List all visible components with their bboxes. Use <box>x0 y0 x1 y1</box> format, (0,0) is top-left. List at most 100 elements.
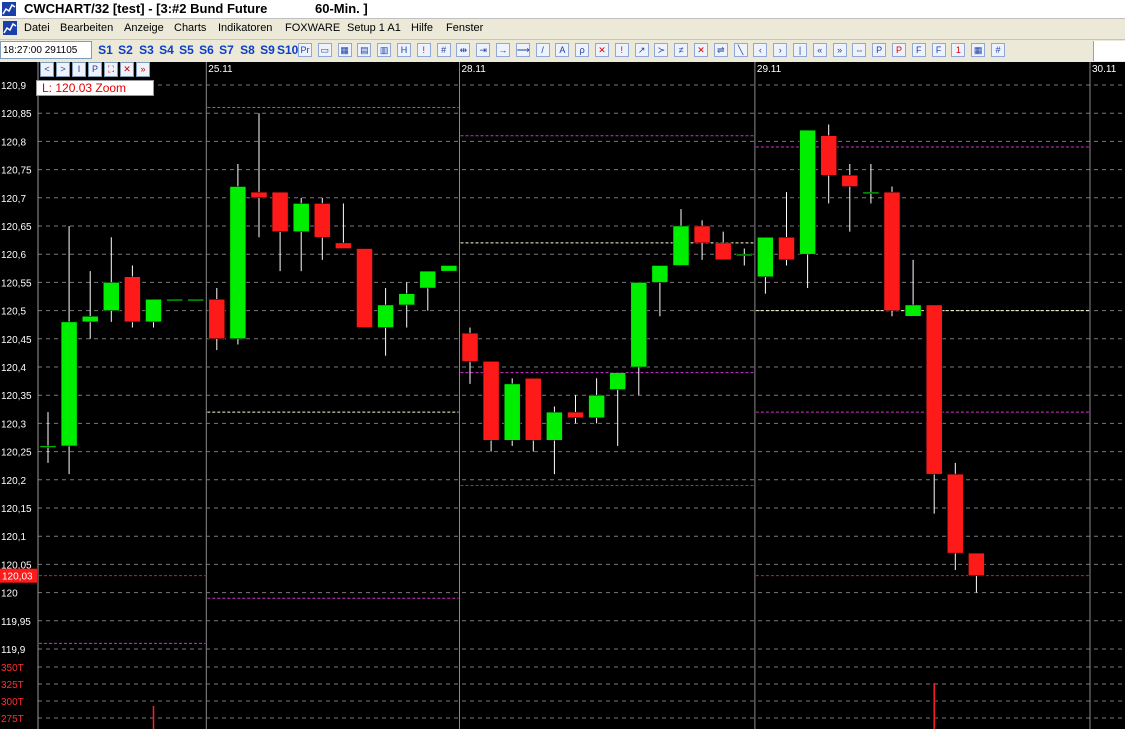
y-tick-label: 120,65 <box>1 222 32 233</box>
s-button-2[interactable]: S2 <box>116 41 135 59</box>
candle-body <box>103 282 120 311</box>
s-button-6[interactable]: S6 <box>197 41 216 59</box>
line-chart-icon[interactable]: ↗ <box>634 43 649 57</box>
menu-indikatoren[interactable]: Indikatoren <box>218 22 272 34</box>
right-icon[interactable]: › <box>773 43 788 57</box>
s-button-8[interactable]: S8 <box>238 41 257 59</box>
s-button-9[interactable]: S9 <box>258 41 277 59</box>
candle-body <box>81 315 99 323</box>
calendar-icon[interactable]: ▦ <box>971 43 986 57</box>
tag-icon[interactable]: # <box>436 43 451 57</box>
prev-icon[interactable]: < <box>40 62 54 77</box>
candle-body <box>124 276 141 323</box>
line-tool-icon[interactable]: ╲ <box>733 43 748 57</box>
s-button-7[interactable]: S7 <box>217 41 236 59</box>
expand-icon[interactable]: ⇹ <box>456 43 471 57</box>
p-icon[interactable]: P <box>872 43 887 57</box>
exclamation-icon[interactable]: ! <box>614 43 629 57</box>
y-tick-label: 120,45 <box>1 335 32 346</box>
p-cross-icon[interactable]: P <box>892 43 906 57</box>
candle-body <box>820 135 837 176</box>
menu-charts[interactable]: Charts <box>174 22 206 34</box>
menu-bearbeiten[interactable]: Bearbeiten <box>60 22 113 34</box>
menu-hilfe[interactable]: Hilfe <box>411 22 433 34</box>
candle-body <box>229 186 247 340</box>
candle-body <box>398 293 415 306</box>
candle-body <box>778 237 795 261</box>
table-grid-icon[interactable]: ▤ <box>357 43 372 57</box>
fibonacci-icon[interactable]: ρ <box>575 43 590 57</box>
candle-body <box>39 445 57 448</box>
cross-out-icon[interactable]: ✕ <box>694 43 708 57</box>
left-icon[interactable]: ‹ <box>753 43 768 57</box>
menu-anzeige[interactable]: Anzeige <box>124 22 164 34</box>
s-button-1[interactable]: S1 <box>96 41 115 59</box>
candle-body <box>630 282 648 368</box>
y-tick-label: 120,25 <box>1 448 32 459</box>
arrow-long-icon[interactable]: ⟶ <box>515 43 530 57</box>
candle-body <box>187 299 204 302</box>
123-456-icon[interactable]: # <box>991 43 1005 57</box>
candle-body <box>609 372 626 390</box>
f-icon[interactable]: F <box>911 43 926 57</box>
y-tick-label: 120,85 <box>1 109 32 120</box>
ala-alarm-icon[interactable]: ! <box>416 43 431 57</box>
candle-body <box>440 265 458 272</box>
candle-body <box>651 265 669 283</box>
candle-body <box>419 270 437 289</box>
parallel-icon[interactable]: ⇌ <box>713 43 728 57</box>
print-icon[interactable]: ▭ <box>317 43 332 57</box>
next-icon[interactable]: > <box>56 62 70 77</box>
candlestick-chart[interactable]: 120,9 120,85 120,8 120,75 120,7 120,65 120,6 12… <box>0 62 1125 729</box>
f-alt-icon[interactable]: F <box>931 43 946 57</box>
fast-forward-icon[interactable]: » <box>136 62 150 77</box>
h-icon[interactable]: H <box>397 43 411 57</box>
volume-tick-label: 350T <box>1 663 24 674</box>
menu-setup[interactable]: Setup 1 A1 <box>347 22 401 34</box>
candle-body <box>166 299 183 302</box>
s-button-5[interactable]: S5 <box>177 41 196 59</box>
double-left-icon[interactable]: « <box>812 43 827 57</box>
p-button-icon[interactable]: P <box>88 62 102 77</box>
menu-datei[interactable]: Datei <box>24 22 50 34</box>
document-chart-icon[interactable] <box>3 21 17 35</box>
y-tick-label: 120,9 <box>1 81 26 92</box>
candle-body <box>714 242 732 261</box>
arrow-right-icon[interactable]: → <box>496 43 510 57</box>
y-tick-label: 120,8 <box>1 137 26 148</box>
time-input[interactable]: 18:27:00 291105 <box>0 41 92 59</box>
close-zoom-icon[interactable]: ✕ <box>120 62 134 77</box>
candle-body <box>145 299 162 323</box>
chart-grid-icon[interactable]: ▥ <box>377 43 392 57</box>
candle-body <box>567 411 584 419</box>
candle-body <box>693 225 711 244</box>
fit-zoom-icon[interactable]: ⛶ <box>104 62 118 77</box>
y-tick-label: 120,75 <box>1 166 32 177</box>
fan-icon[interactable]: ≻ <box>654 43 669 57</box>
s-button-4[interactable]: S4 <box>157 41 176 59</box>
123-icon[interactable]: 1 <box>951 43 966 57</box>
channel-icon[interactable]: ≠ <box>674 43 689 57</box>
cursor-icon[interactable]: I <box>72 62 86 77</box>
color-palette-icon[interactable]: ▦ <box>337 43 352 57</box>
s-button-3[interactable]: S3 <box>137 41 156 59</box>
menu-fenster[interactable]: Fenster <box>446 22 483 34</box>
chart-area[interactable]: 120,9 120,85 120,8 120,75 120,7 120,65 120,6 12… <box>0 62 1125 729</box>
abc-text-icon[interactable]: A <box>555 43 570 57</box>
trendline-icon[interactable]: / <box>535 43 550 57</box>
double-right-icon[interactable]: » <box>832 43 847 57</box>
candle-body <box>862 191 880 194</box>
shrink-icon[interactable]: ⇥ <box>476 43 491 57</box>
toolbar: 18:27:00 291105 S1 S2 S3 S4 S5 S6 S7 S8 S9 S10 Pr… <box>0 40 1125 63</box>
volume-tick-label: 325T <box>1 680 24 691</box>
bar-icon[interactable]: | <box>793 43 807 57</box>
menu-foxware[interactable]: FOXWARE <box>285 22 340 34</box>
delete-icon[interactable]: ✕ <box>595 43 609 57</box>
pr-button-icon[interactable]: Pr <box>298 43 312 57</box>
candle-body <box>947 473 964 554</box>
candle-body <box>208 299 226 340</box>
y-tick-label: 120,1 <box>1 532 26 543</box>
fit-icon[interactable]: ⇔ <box>852 43 867 57</box>
s-button-10[interactable]: S10 <box>277 41 298 59</box>
candle-body <box>271 191 289 232</box>
